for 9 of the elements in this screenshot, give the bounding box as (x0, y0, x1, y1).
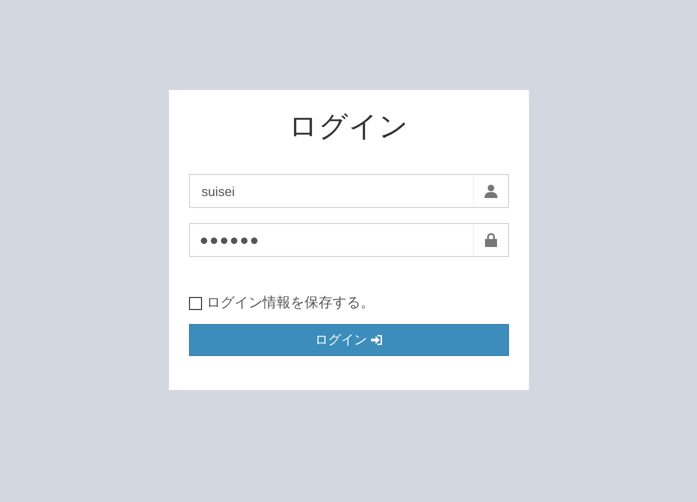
sign-in-icon (371, 335, 382, 345)
user-icon (484, 184, 498, 198)
password-field[interactable]: ●●●●●● (188, 223, 508, 257)
remember-label[interactable]: ログイン情報を保存する。 (206, 294, 374, 312)
login-title: ログイン (288, 108, 408, 145)
checkbox[interactable] (188, 296, 202, 310)
lock-icon (484, 233, 496, 247)
login-button[interactable]: ログイン (188, 324, 508, 356)
username-field[interactable]: suisei (188, 174, 508, 208)
